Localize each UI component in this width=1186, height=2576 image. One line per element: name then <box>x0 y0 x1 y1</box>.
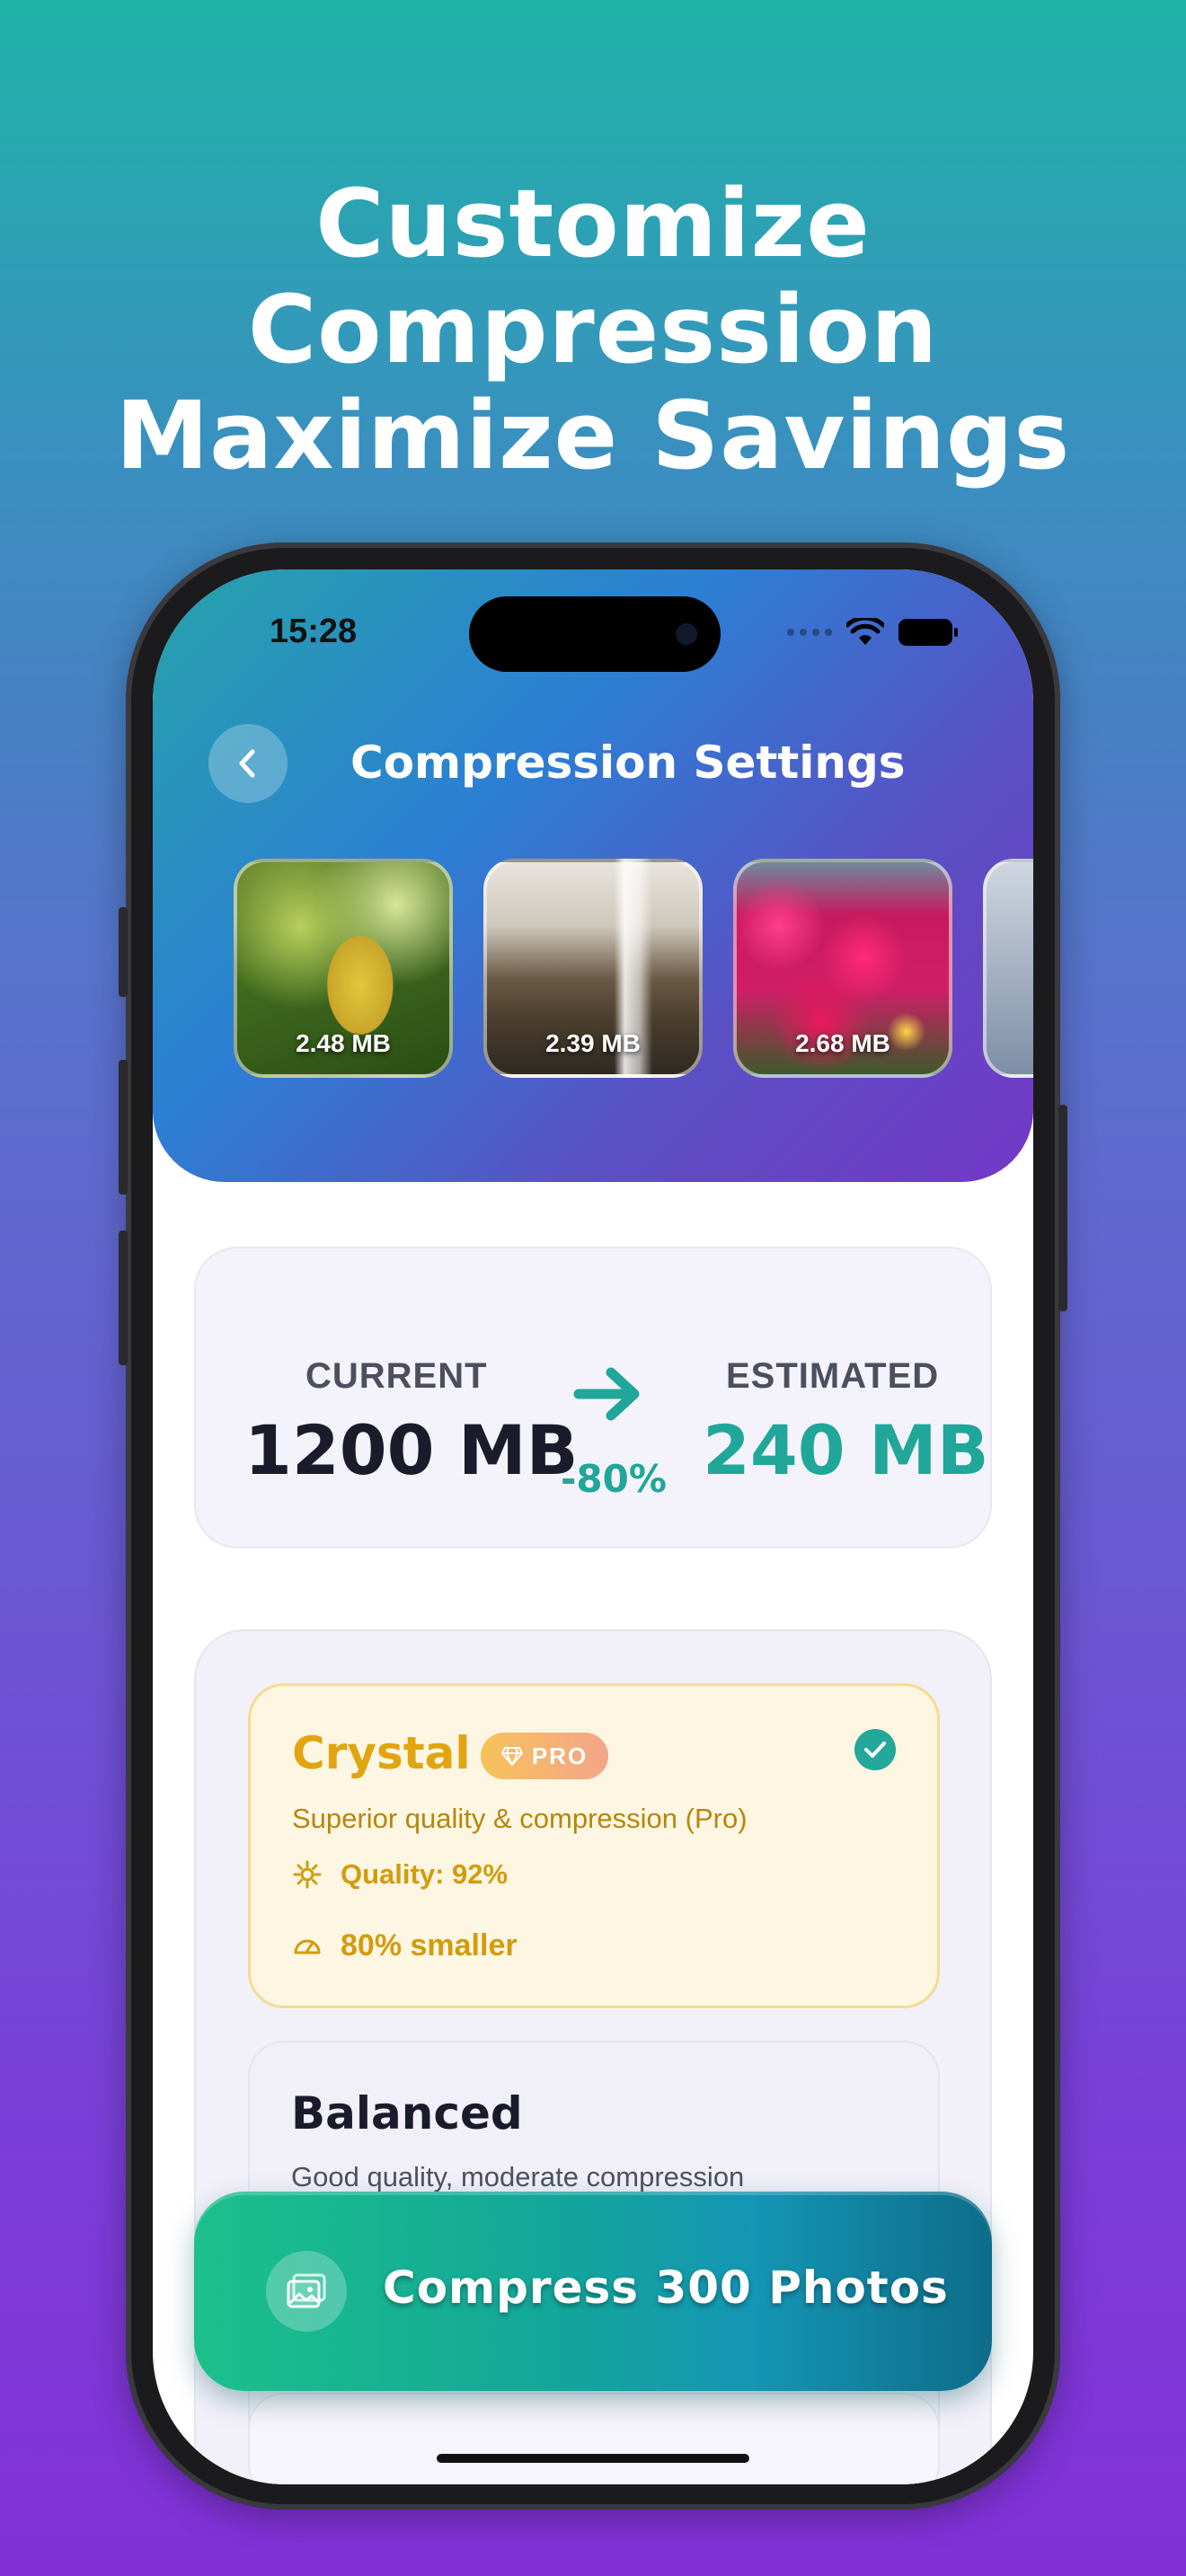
status-icons <box>787 618 958 647</box>
back-button[interactable] <box>208 724 288 803</box>
quality-value: Quality: 92% <box>341 1858 509 1890</box>
photo-icon <box>266 2251 347 2332</box>
header-panel: 15:28 Compression Settings 2.48 MB 2.39 … <box>153 569 1033 1182</box>
option-title: Crystal <box>292 1727 471 1779</box>
diamond-icon <box>500 1747 523 1766</box>
headline-line-2: Maximize Savings <box>115 381 1071 490</box>
volume-down-button <box>119 1231 128 1365</box>
photo-thumbnail[interactable] <box>983 859 1033 1078</box>
headline: Customize Compression Maximize Savings <box>0 171 1186 489</box>
wifi-icon <box>846 618 884 645</box>
status-time: 15:28 <box>270 613 358 650</box>
photo-size: 2.39 MB <box>545 1029 641 1057</box>
pro-badge-label: PRO <box>531 1742 589 1769</box>
option-description: Superior quality & compression (Pro) <box>292 1803 748 1834</box>
current-value: 1200 MB <box>244 1410 579 1490</box>
quality-row: Quality: 92% <box>292 1858 508 1891</box>
pro-badge: PRO <box>481 1733 608 1779</box>
photo-thumbnail[interactable]: 2.39 MB <box>483 859 703 1078</box>
gear-icon <box>293 1860 322 1889</box>
app-screen: 15:28 Compression Settings 2.48 MB 2.39 … <box>153 569 1033 2484</box>
arrow-right-icon <box>573 1367 640 1421</box>
estimated-value: 240 MB <box>703 1410 989 1490</box>
page-title: Compression Settings <box>350 737 906 789</box>
option-next[interactable] <box>248 2393 940 2484</box>
cellular-dots-icon <box>787 629 832 636</box>
battery-icon <box>898 619 958 646</box>
chevron-left-icon <box>239 749 255 778</box>
photo-thumbnail[interactable]: 2.48 MB <box>234 859 453 1078</box>
reduction-percent: -80% <box>561 1457 667 1501</box>
photo-size: 2.68 MB <box>795 1029 890 1057</box>
photo-strip[interactable]: 2.48 MB 2.39 MB 2.68 MB <box>234 859 1033 1078</box>
home-indicator <box>437 2454 749 2463</box>
headline-line-1: Customize Compression <box>247 169 939 384</box>
selected-check-icon <box>854 1729 896 1770</box>
photo-thumbnail[interactable]: 2.68 MB <box>733 859 952 1078</box>
action-button <box>119 907 128 997</box>
compress-button[interactable]: Compress 300 Photos <box>194 2192 992 2391</box>
volume-up-button <box>119 1060 128 1195</box>
speedometer-icon <box>294 1939 321 1954</box>
savings-row: 80% smaller <box>292 1928 518 1963</box>
savings-value: 80% smaller <box>341 1928 518 1963</box>
estimated-label: ESTIMATED <box>726 1356 940 1396</box>
option-title: Balanced <box>291 2087 523 2139</box>
option-description: Good quality, moderate compression <box>291 2161 745 2192</box>
option-crystal[interactable]: Crystal PRO Superior quality & compressi… <box>248 1683 940 2008</box>
power-button <box>1058 1105 1067 1311</box>
compress-button-label: Compress 300 Photos <box>383 2262 949 2314</box>
current-label: CURRENT <box>305 1356 488 1396</box>
dynamic-island <box>469 596 721 672</box>
size-estimate-card: CURRENT 1200 MB -80% ESTIMATED 240 MB <box>194 1247 992 1548</box>
photo-size: 2.48 MB <box>296 1029 391 1057</box>
